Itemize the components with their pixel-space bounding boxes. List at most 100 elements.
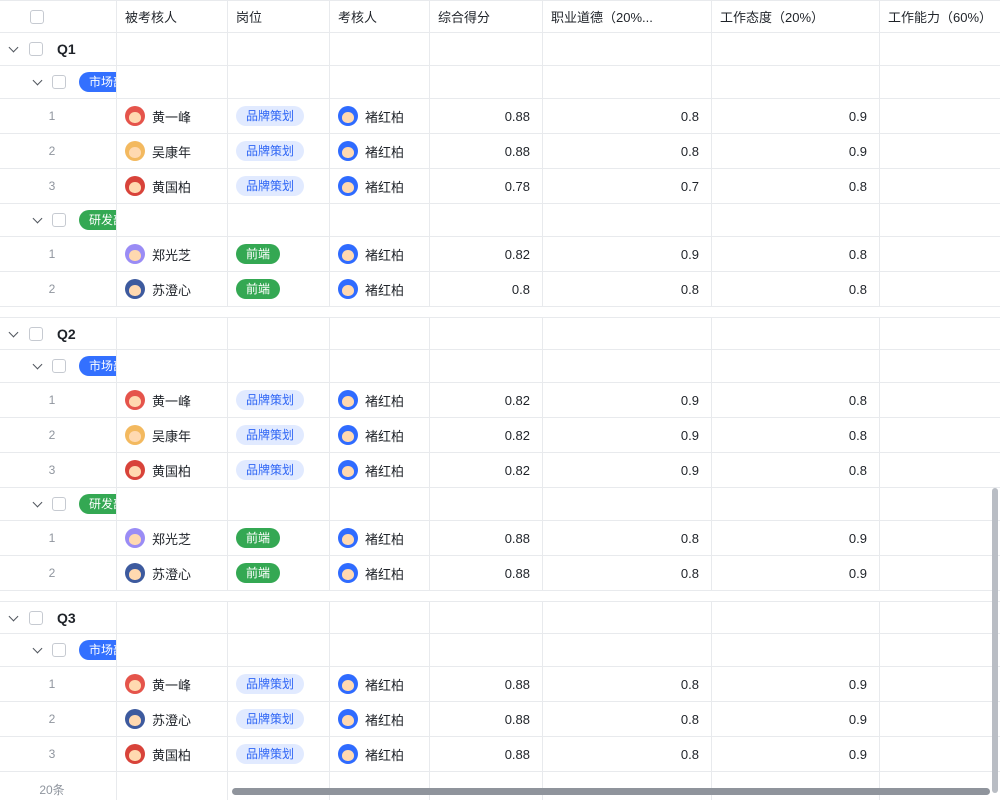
assessor-cell[interactable]: 褚红柏 [330,99,430,133]
subgroup-row-marketing[interactable]: 市场部 [0,634,1000,667]
column-header-ability[interactable]: 工作能力（60%） [880,1,1000,32]
group-checkbox[interactable] [29,611,43,625]
ethics-cell[interactable]: 0.8 [543,737,712,771]
assessee-cell[interactable]: 苏澄心 [117,272,228,306]
assessee-cell[interactable]: 苏澄心 [117,702,228,736]
subgroup-row-rnd[interactable]: 研发部 [0,204,1000,237]
score-cell[interactable]: 0.88 [430,702,543,736]
ethics-cell[interactable]: 0.9 [543,418,712,452]
table-row[interactable]: 2 吴康年 品牌策划 褚红柏 0.88 0.8 0.9 [0,134,1000,169]
column-header-position[interactable]: 岗位 [228,1,330,32]
score-cell[interactable]: 0.82 [430,453,543,487]
group-row-q3[interactable]: Q3 [0,601,1000,634]
chevron-down-icon[interactable] [33,644,43,654]
group-row-q2[interactable]: Q2 [0,317,1000,350]
position-cell[interactable]: 品牌策划 [228,702,330,736]
ability-cell[interactable] [880,237,1000,271]
subgroup-checkbox[interactable] [52,75,66,89]
table-row[interactable]: 3 黄国柏 品牌策划 褚红柏 0.78 0.7 0.8 [0,169,1000,204]
ethics-cell[interactable]: 0.9 [543,237,712,271]
assessee-cell[interactable]: 黄国柏 [117,169,228,203]
subgroup-row-marketing[interactable]: 市场部 [0,350,1000,383]
position-cell[interactable]: 品牌策划 [228,169,330,203]
assessor-cell[interactable]: 褚红柏 [330,556,430,590]
attitude-cell[interactable]: 0.8 [712,453,880,487]
assessee-cell[interactable]: 黄国柏 [117,453,228,487]
assessor-cell[interactable]: 褚红柏 [330,272,430,306]
position-cell[interactable]: 前端 [228,556,330,590]
attitude-cell[interactable]: 0.9 [712,556,880,590]
subgroup-row-rnd[interactable]: 研发部 [0,488,1000,521]
assessor-cell[interactable]: 褚红柏 [330,737,430,771]
table-row[interactable]: 2 苏澄心 前端 褚红柏 0.8 0.8 0.8 [0,272,1000,307]
score-cell[interactable]: 0.88 [430,134,543,168]
attitude-cell[interactable]: 0.8 [712,169,880,203]
assessor-cell[interactable]: 褚红柏 [330,453,430,487]
group-row-q1[interactable]: Q1 [0,33,1000,66]
assessee-cell[interactable]: 黄一峰 [117,99,228,133]
ability-cell[interactable] [880,702,1000,736]
score-cell[interactable]: 0.88 [430,99,543,133]
assessee-cell[interactable]: 黄一峰 [117,383,228,417]
table-row[interactable]: 1 郑光芝 前端 褚红柏 0.88 0.8 0.9 [0,521,1000,556]
ability-cell[interactable] [880,134,1000,168]
ability-cell[interactable] [880,667,1000,701]
ethics-cell[interactable]: 0.8 [543,667,712,701]
attitude-cell[interactable]: 0.9 [712,702,880,736]
ethics-cell[interactable]: 0.8 [543,556,712,590]
attitude-cell[interactable]: 0.9 [712,521,880,555]
attitude-cell[interactable]: 0.8 [712,418,880,452]
column-header-assessee[interactable]: 被考核人 [117,1,228,32]
score-cell[interactable]: 0.82 [430,383,543,417]
attitude-cell[interactable]: 0.9 [712,99,880,133]
ethics-cell[interactable]: 0.7 [543,169,712,203]
column-header-ethics[interactable]: 职业道德（20%... [543,1,712,32]
chevron-down-icon[interactable] [33,214,43,224]
assessee-cell[interactable]: 郑光芝 [117,521,228,555]
column-header-attitude[interactable]: 工作态度（20%） [712,1,880,32]
select-all-checkbox[interactable] [30,10,44,24]
score-cell[interactable]: 0.88 [430,521,543,555]
attitude-cell[interactable]: 0.8 [712,272,880,306]
assessee-cell[interactable]: 黄国柏 [117,737,228,771]
group-checkbox[interactable] [29,327,43,341]
position-cell[interactable]: 品牌策划 [228,418,330,452]
ability-cell[interactable] [880,383,1000,417]
ability-cell[interactable] [880,418,1000,452]
score-cell[interactable]: 0.88 [430,737,543,771]
table-row[interactable]: 3 黄国柏 品牌策划 褚红柏 0.82 0.9 0.8 [0,453,1000,488]
attitude-cell[interactable]: 0.9 [712,667,880,701]
ethics-cell[interactable]: 0.8 [543,272,712,306]
position-cell[interactable]: 品牌策划 [228,737,330,771]
ability-cell[interactable] [880,521,1000,555]
ability-cell[interactable] [880,453,1000,487]
assessor-cell[interactable]: 褚红柏 [330,667,430,701]
attitude-cell[interactable]: 0.8 [712,237,880,271]
position-cell[interactable]: 前端 [228,521,330,555]
score-cell[interactable]: 0.78 [430,169,543,203]
assessee-cell[interactable]: 苏澄心 [117,556,228,590]
subgroup-checkbox[interactable] [52,359,66,373]
horizontal-scrollbar[interactable] [232,788,990,795]
subgroup-checkbox[interactable] [52,643,66,657]
assessor-cell[interactable]: 褚红柏 [330,134,430,168]
assessee-cell[interactable]: 郑光芝 [117,237,228,271]
table-row[interactable]: 1 黄一峰 品牌策划 褚红柏 0.82 0.9 0.8 [0,383,1000,418]
score-cell[interactable]: 0.82 [430,237,543,271]
ability-cell[interactable] [880,272,1000,306]
ethics-cell[interactable]: 0.8 [543,134,712,168]
ethics-cell[interactable]: 0.8 [543,99,712,133]
score-cell[interactable]: 0.8 [430,272,543,306]
group-checkbox[interactable] [29,42,43,56]
table-row[interactable]: 2 苏澄心 前端 褚红柏 0.88 0.8 0.9 [0,556,1000,591]
ethics-cell[interactable]: 0.8 [543,702,712,736]
subgroup-row-marketing[interactable]: 市场部 [0,66,1000,99]
table-row[interactable]: 2 吴康年 品牌策划 褚红柏 0.82 0.9 0.8 [0,418,1000,453]
position-cell[interactable]: 前端 [228,272,330,306]
assessor-cell[interactable]: 褚红柏 [330,237,430,271]
chevron-down-icon[interactable] [33,76,43,86]
attitude-cell[interactable]: 0.9 [712,134,880,168]
attitude-cell[interactable]: 0.8 [712,383,880,417]
table-row[interactable]: 2 苏澄心 品牌策划 褚红柏 0.88 0.8 0.9 [0,702,1000,737]
table-row[interactable]: 1 郑光芝 前端 褚红柏 0.82 0.9 0.8 [0,237,1000,272]
